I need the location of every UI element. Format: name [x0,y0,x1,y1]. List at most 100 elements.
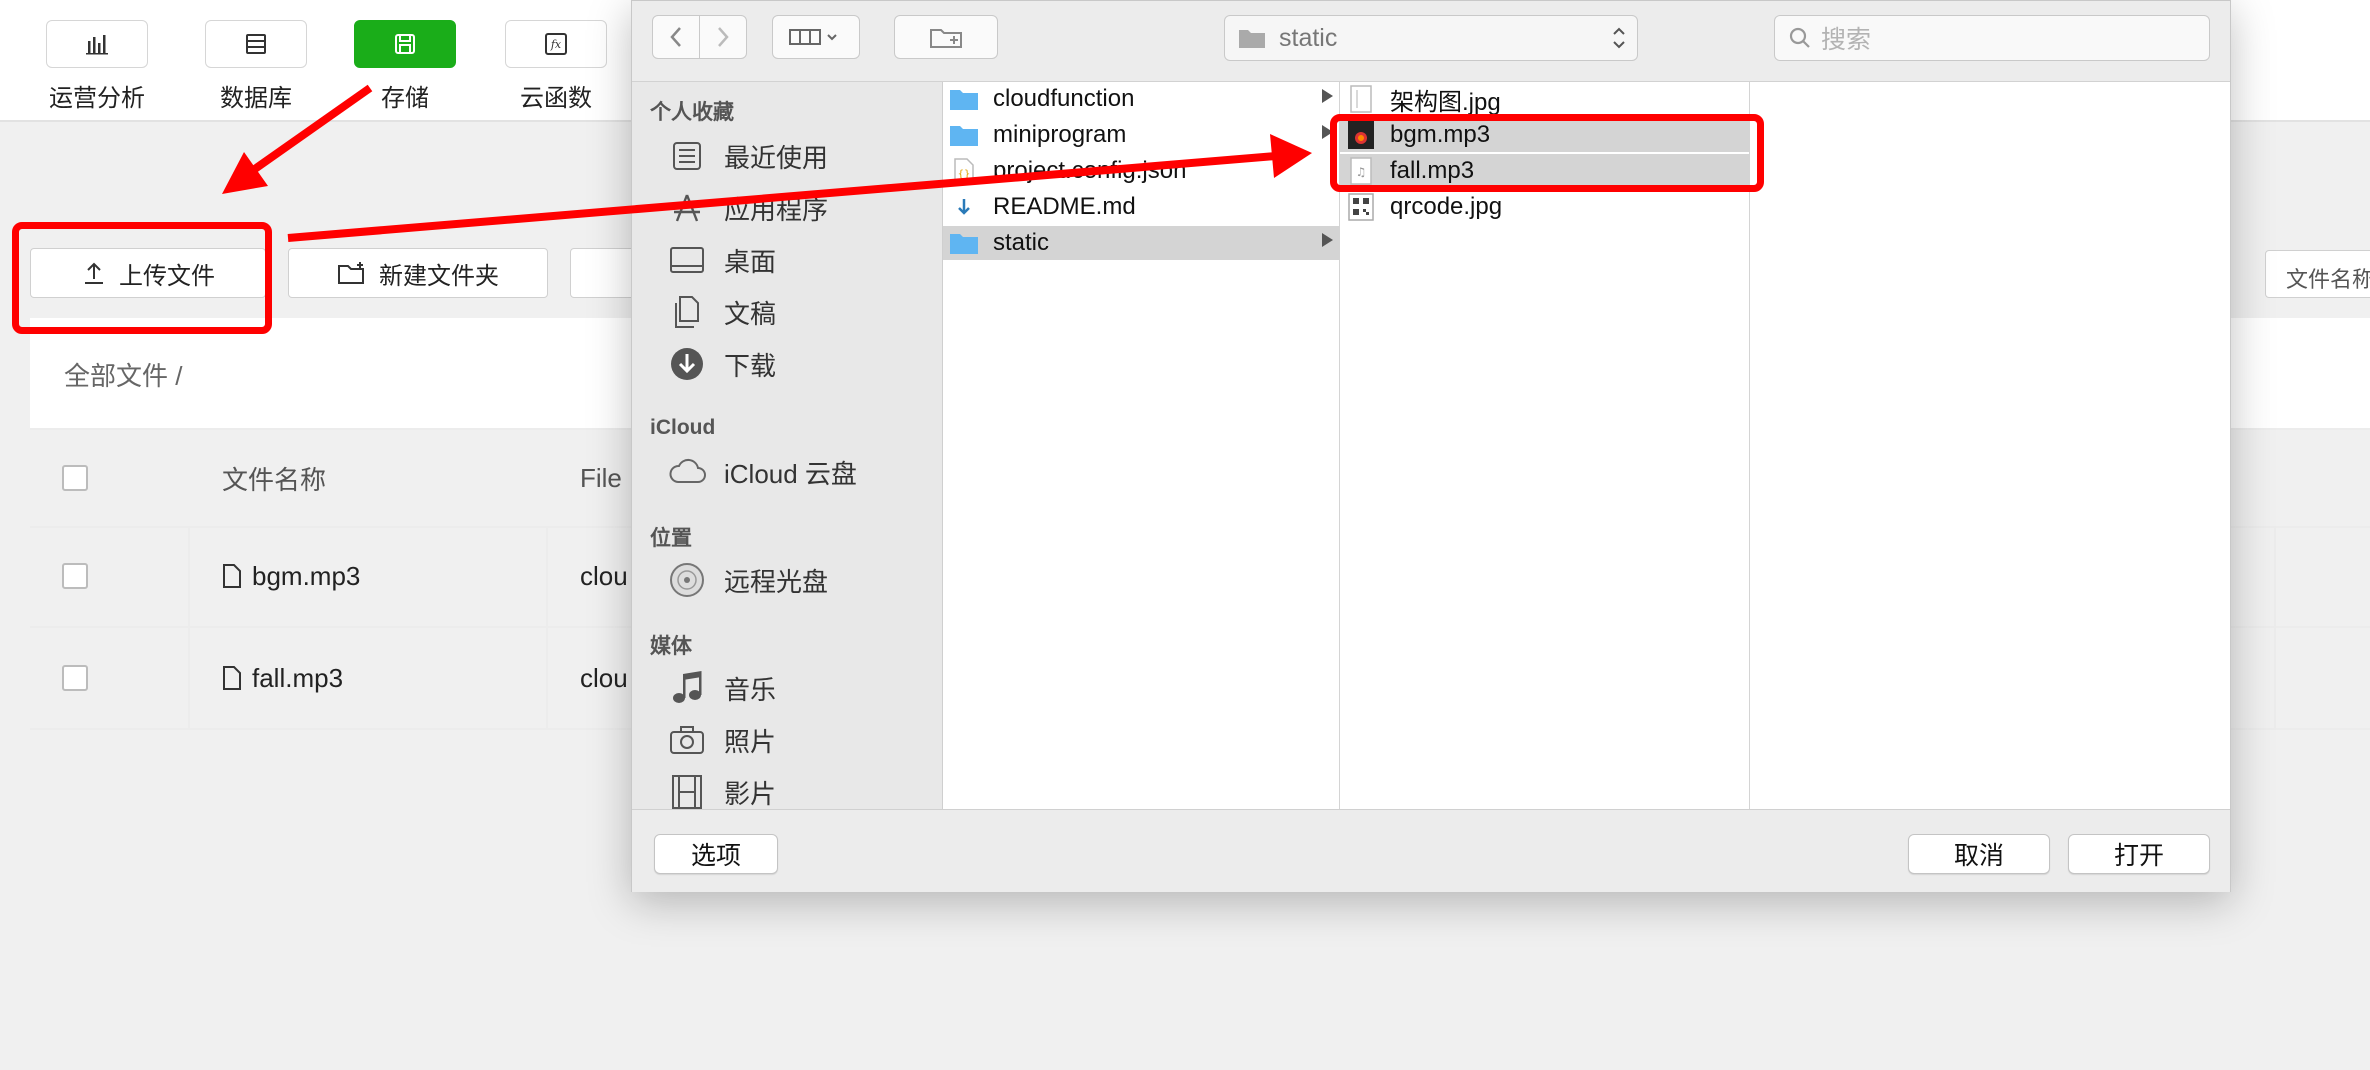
list-item-file-selected[interactable]: bgm.mp3 [1340,118,1749,152]
sidebar-label: 影片 [724,778,777,809]
sidebar-item-desktop[interactable]: 桌面 [668,240,776,280]
nav-label: 云函数 [520,85,592,112]
film-icon [668,774,706,809]
list-item-file[interactable]: qrcode.jpg [1340,190,1749,224]
upload-icon [85,262,103,284]
file-name: fall.mp3 [1390,157,1475,184]
folder-icon [949,228,979,258]
sidebar-label: iCloud 云盘 [724,458,857,489]
dialog-sidebar: 个人收藏 最近使用 应用程序 桌面 文稿 下载 iCloud iCloud 云盘… [632,82,943,809]
path-label: static [1279,23,1338,52]
new-folder-button[interactable]: 新建文件夹 [288,248,548,298]
browser-column-3 [1750,82,2230,809]
open-button[interactable]: 打开 [2068,834,2210,874]
list-item-file[interactable]: 架构图.jpg [1340,82,1749,116]
sidebar-label: 音乐 [724,674,777,705]
file-name: fall.mp3 [252,662,344,693]
sidebar-item-icloud-drive[interactable]: iCloud 云盘 [668,452,857,492]
path-popup[interactable]: static [1224,15,1638,61]
file-name: 架构图.jpg [1390,88,1501,116]
camera-icon [668,722,706,758]
icloud-header: iCloud [650,416,716,439]
svg-text:♫: ♫ [1356,165,1367,179]
music-icon [668,670,706,706]
nav-item-cloud-function[interactable]: fx 云函数 [496,20,616,113]
file-name: bgm.mp3 [252,560,361,591]
new-folder-icon [338,262,364,284]
forward-button[interactable] [699,15,747,59]
row-checkbox[interactable] [62,665,88,691]
applications-icon [668,190,706,226]
dialog-footer: 选项 取消 打开 [632,809,2230,892]
new-folder-dialog-button[interactable] [894,15,998,59]
upload-file-button[interactable]: 上传文件 [30,248,266,298]
file-name: README.md [993,193,1136,220]
file-name: cloudfunction [993,85,1135,112]
list-item-file[interactable]: README.md [943,190,1339,224]
sidebar-item-movies[interactable]: 影片 [668,772,776,809]
folder-icon [949,120,979,150]
nav-label: 数据库 [220,85,292,112]
favorites-header: 个人收藏 [650,101,734,124]
chevron-left-icon [670,27,681,47]
sidebar-item-downloads[interactable]: 下载 [668,344,776,384]
recents-icon [668,138,706,174]
file-icon [223,666,241,690]
sidebar-item-remote-disc[interactable]: 远程光盘 [668,560,828,600]
options-button[interactable]: 选项 [654,834,778,874]
nav-label: 存储 [381,85,429,112]
function-icon: fx [505,20,607,68]
nav-item-storage[interactable]: 存储 [345,20,465,113]
search-icon [1789,27,1810,48]
select-all-checkbox[interactable] [62,465,88,491]
markdown-file-icon [949,192,979,222]
browser-column-1: cloudfunction miniprogram {} project.con… [943,82,1340,809]
sidebar-item-music[interactable]: 音乐 [668,668,776,708]
desktop-icon [668,242,706,278]
cancel-button[interactable]: 取消 [1908,834,2050,874]
svg-text:fx: fx [550,38,562,51]
dialog-search-input[interactable]: 搜索 [1774,15,2210,61]
nav-item-analytics[interactable]: 运营分析 [37,20,157,113]
sidebar-item-photos[interactable]: 照片 [668,720,776,760]
new-folder-icon [930,29,962,48]
nav-label: 运营分析 [49,85,145,112]
updown-chevron-icon [1613,27,1625,49]
sidebar-item-applications[interactable]: 应用程序 [668,188,828,228]
chevron-right-icon [718,27,729,47]
folder-icon [949,84,979,114]
svg-text:{}: {} [958,169,971,180]
bar-chart-icon [46,20,148,68]
file-name: qrcode.jpg [1390,193,1503,220]
file-icon [223,564,241,588]
upload-label: 上传文件 [119,262,215,290]
new-folder-label: 新建文件夹 [379,262,499,290]
file-id: clou [580,560,628,591]
list-item-folder[interactable]: cloudfunction [943,82,1339,116]
sidebar-label: 文稿 [724,298,777,329]
list-item-file[interactable]: {} project.config.json [943,154,1339,188]
file-name: bgm.mp3 [1390,121,1491,148]
back-button[interactable] [652,15,700,59]
media-header: 媒体 [650,635,692,658]
locations-header: 位置 [650,527,692,550]
delete-button[interactable] [570,248,640,298]
sidebar-item-documents[interactable]: 文稿 [668,292,776,332]
sidebar-item-recents[interactable]: 最近使用 [668,136,828,176]
file-id: clou [580,662,628,693]
row-checkbox[interactable] [62,563,88,589]
list-item-file-selected[interactable]: ♫ fall.mp3 [1340,154,1749,188]
search-placeholder: 搜索 [1821,26,1872,54]
column-header-name: 文件名称 [222,464,327,495]
list-item-folder[interactable]: miniprogram [943,118,1339,152]
view-mode-button[interactable] [772,15,860,59]
file-name: static [993,229,1050,256]
disc-icon [668,562,706,598]
sidebar-label: 远程光盘 [724,566,829,597]
sidebar-label: 下载 [724,350,777,381]
list-item-folder-selected[interactable]: static [943,226,1339,260]
cloud-icon [668,454,706,490]
file-search-input[interactable]: 文件名称 [2265,250,2370,298]
chevron-right-icon [1322,89,1333,103]
nav-item-database[interactable]: 数据库 [196,20,316,113]
